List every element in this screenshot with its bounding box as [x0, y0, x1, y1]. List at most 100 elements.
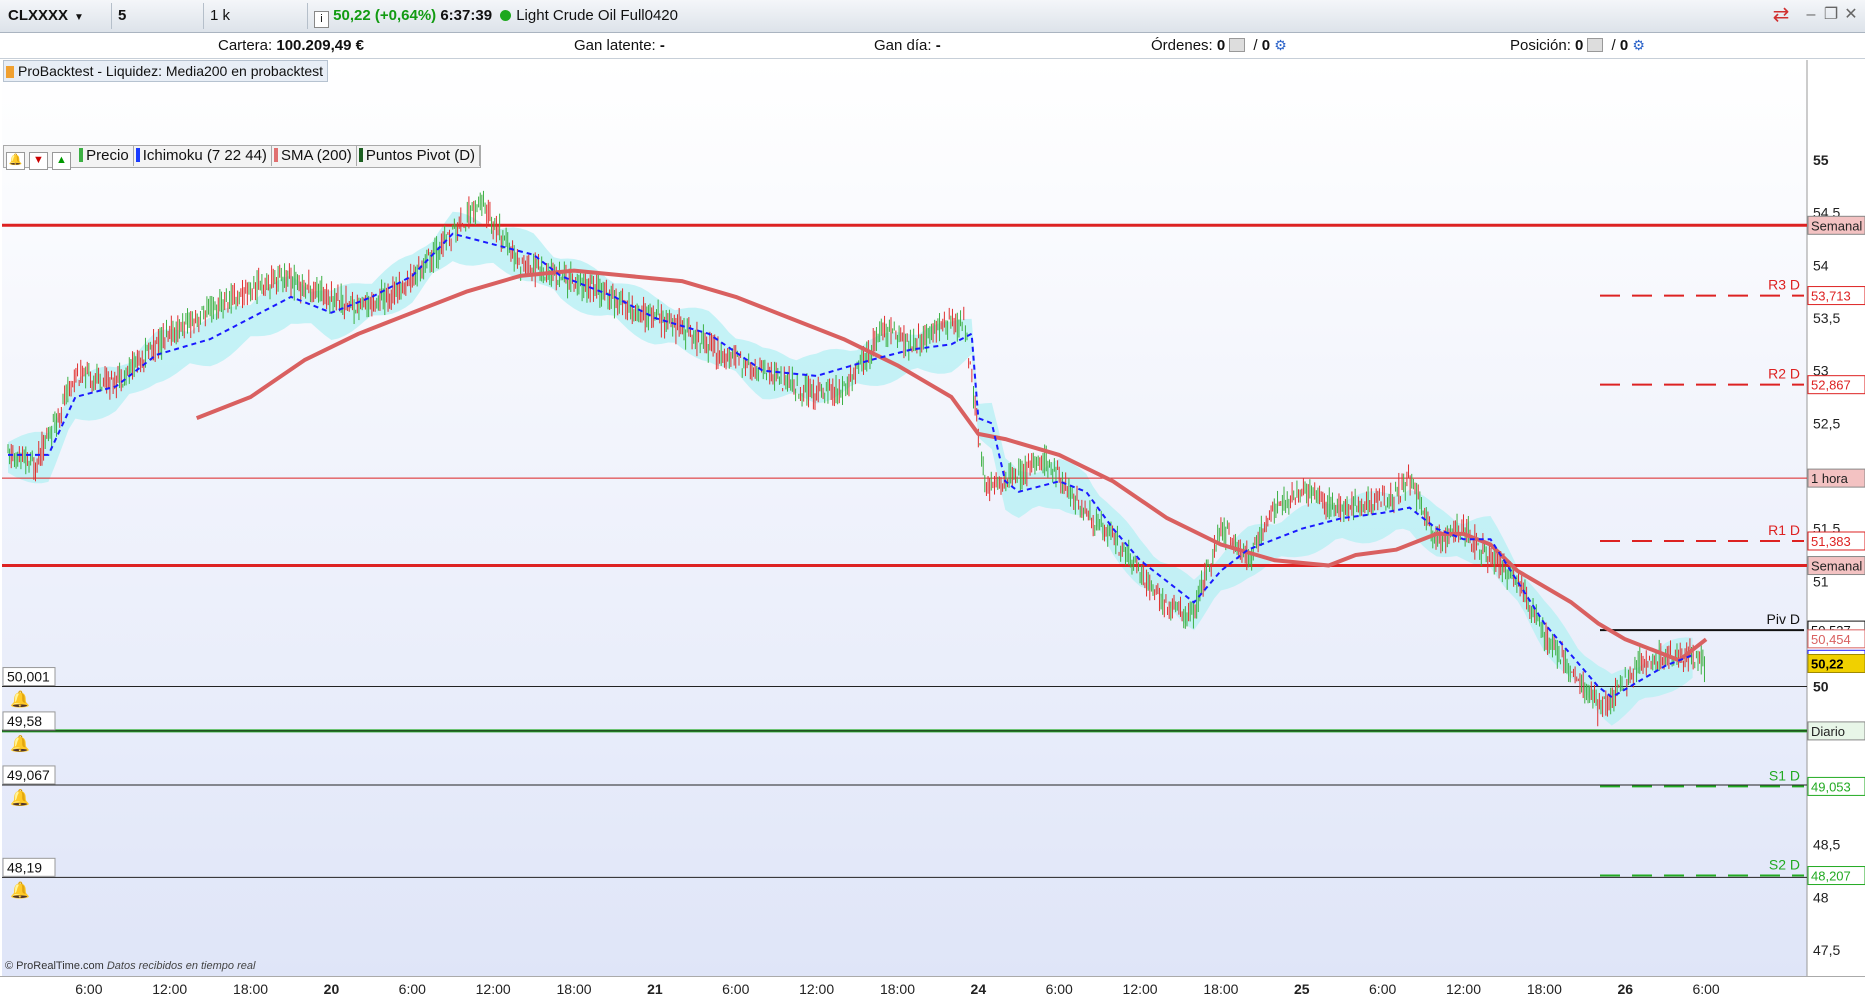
pivot-name: R3 D [1768, 277, 1800, 293]
alert-value: 49,58 [7, 713, 42, 729]
y-tick-label: 55 [1813, 152, 1829, 168]
probacktest-label[interactable]: ProBacktest - Liquidez: Media200 en prob… [3, 60, 329, 82]
gear-icon[interactable]: ⚙ [1274, 37, 1287, 53]
alert-bell-icon[interactable]: 🔔 [6, 152, 25, 170]
x-tick-label: 21 [647, 981, 663, 997]
sma-swatch [273, 148, 278, 162]
x-tick-label: 12:00 [1123, 981, 1158, 997]
x-tick-label: 6:00 [1369, 981, 1396, 997]
alert-value: 50,001 [7, 669, 50, 685]
price-tag-label: 50,454 [1811, 632, 1851, 647]
y-tick-label: 47,5 [1813, 942, 1840, 958]
posicion: Posición: 0 / 0 ⚙ [1510, 37, 1645, 54]
alert-value: 49,067 [7, 767, 50, 783]
orders-list-icon[interactable] [1229, 38, 1246, 52]
pivot-name: Piv D [1767, 611, 1800, 627]
cartera-label: Cartera: [218, 37, 273, 54]
positions-list-icon[interactable] [1587, 38, 1604, 52]
x-tick-label: 25 [1294, 981, 1310, 997]
symbol-selector[interactable]: CLXXXX ▼ [2, 3, 112, 29]
y-tick-label: 50 [1813, 679, 1829, 695]
y-tick-label: 48,5 [1813, 837, 1840, 853]
ichimoku-swatch [135, 148, 140, 162]
x-tick-label: 12:00 [1446, 981, 1481, 997]
y-tick-label: 53,5 [1813, 310, 1840, 326]
ordenes-count-b: 0 [1261, 37, 1271, 54]
pivots-swatch [358, 148, 363, 162]
gan-latente: Gan latente: - [574, 37, 665, 54]
indicator-pivots-label: Puntos Pivot (D) [365, 147, 476, 164]
arrow-down-icon[interactable]: ▼ [29, 152, 48, 170]
bell-icon: 🔔 [10, 735, 30, 753]
watermark-brand: © ProRealTime.com [5, 960, 104, 972]
watermark-note: Datos recibidos en tiempo real [106, 960, 256, 972]
pivot-tag-label: 48,207 [1811, 869, 1851, 884]
x-tick-label: 20 [324, 981, 340, 997]
probacktest-icon [6, 66, 14, 78]
posicion-count: 0 [1575, 37, 1584, 54]
indicator-price-label: Precio [86, 147, 129, 164]
arrow-up-icon[interactable]: ▲ [52, 152, 71, 170]
level-tag-label: 1 hora [1811, 471, 1849, 486]
gear-icon[interactable]: ⚙ [1632, 37, 1645, 53]
gan-dia: Gan día: - [874, 37, 941, 54]
bell-icon: 🔔 [10, 789, 30, 807]
price-change: 50,22 (+0,64%) [333, 7, 437, 24]
pivot-name: S2 D [1769, 857, 1800, 873]
y-tick-label: 51 [1813, 573, 1829, 589]
instrument-info: i 50,22 (+0,64%) 6:37:39 Light Crude Oil… [308, 3, 688, 29]
pivot-name: R2 D [1768, 366, 1800, 382]
info-icon[interactable]: i [314, 11, 329, 28]
ordenes-count: 0 [1216, 37, 1226, 54]
instrument-name: Light Crude Oil Full0420 [516, 7, 678, 24]
timeframe-selector[interactable]: 5 minutos▼ [112, 3, 204, 50]
live-status-icon [500, 10, 512, 21]
x-tick-label: 6:00 [1046, 981, 1073, 997]
price-swatch [79, 148, 84, 162]
x-tick-label: 18:00 [1203, 981, 1238, 997]
sync-arrows-icon[interactable]: ⇄ [1772, 5, 1790, 25]
gan-latente-value: - [659, 37, 665, 54]
gan-dia-value: - [935, 37, 941, 54]
restore-icon[interactable]: ❐ [1822, 6, 1840, 24]
bell-icon: 🔔 [10, 881, 30, 899]
y-tick-label: 52,5 [1813, 415, 1840, 431]
posicion-label: Posición: [1510, 37, 1571, 54]
pivot-name: R1 D [1768, 522, 1800, 538]
indicator-ichimoku[interactable]: Ichimoku (7 22 44) [134, 146, 272, 166]
x-tick-label: 6:00 [75, 981, 102, 997]
watermark: © ProRealTime.com Datos recibidos en tie… [5, 960, 255, 972]
last-update-time: 6:37:39 [440, 7, 493, 24]
x-tick-label: 18:00 [1527, 981, 1562, 997]
x-tick-label: 18:00 [233, 981, 268, 997]
level-tag-label: Semanal [1811, 218, 1862, 233]
chart-svg[interactable]: R3 D R2 D R1 D Piv D S1 D S2 D 50,001 🔔 49,58 🔔 4… [2, 60, 1865, 976]
time-axis[interactable]: 6:00 12:00 18:00 20 6:00 12:00 18:00 21 6:00 12:0… [0, 976, 1865, 1001]
minimize-icon[interactable]: – [1802, 6, 1820, 24]
indicator-price[interactable]: Precio [77, 146, 134, 166]
x-tick-label: 26 [1617, 981, 1633, 997]
chart-background [2, 60, 1807, 976]
units-selector[interactable]: 1 k unidades▼ [204, 3, 308, 50]
pivot-name: S1 D [1769, 767, 1800, 783]
indicator-legend: 🔔 ▼ ▲ Precio Ichimoku (7 22 44) SMA (200) Pun… [3, 145, 482, 170]
time-axis-svg: 6:00 12:00 18:00 20 6:00 12:00 18:00 21 6:00 12:0… [75, 981, 1720, 997]
indicator-pivots[interactable]: Puntos Pivot (D) [357, 146, 481, 166]
cartera-value: 100.209,49 € [276, 37, 364, 54]
gan-latente-label: Gan latente: [574, 37, 656, 54]
gan-dia-label: Gan día: [874, 37, 932, 54]
x-tick-label: 12:00 [476, 981, 511, 997]
y-tick-label: 54 [1813, 257, 1829, 273]
alert-value: 48,19 [7, 859, 42, 875]
indicator-sma-label: SMA (200) [280, 147, 352, 164]
indicator-sma[interactable]: SMA (200) [272, 146, 357, 166]
top-toolbar: CLXXXX ▼ 5 minutos▼ 1 k unidades▼ i 50,22… [0, 0, 1865, 50]
x-tick-label: 6:00 [722, 981, 749, 997]
cartera: Cartera: 100.209,49 € [218, 37, 364, 54]
price-chart[interactable]: R3 D R2 D R1 D Piv D S1 D S2 D 50,001 🔔 49,58 🔔 4… [2, 60, 1865, 976]
bell-icon: 🔔 [10, 691, 30, 709]
close-icon[interactable]: ✕ [1842, 6, 1860, 24]
posicion-count-b: 0 [1619, 37, 1629, 54]
pivot-tag-label: 52,867 [1811, 378, 1851, 393]
level-tag-label: Diario [1811, 724, 1845, 739]
